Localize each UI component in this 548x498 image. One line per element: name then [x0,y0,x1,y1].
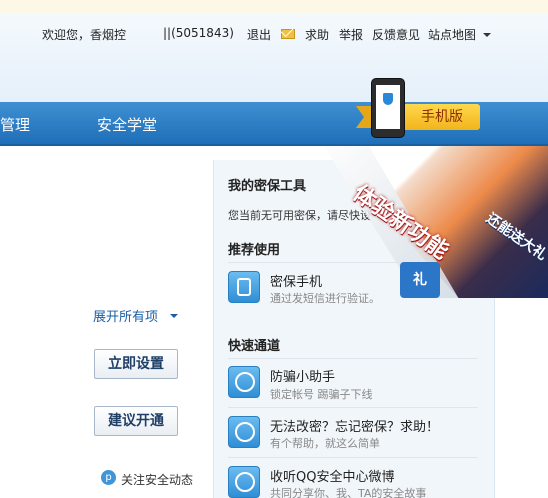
quick-item-desc: 有个帮助，就这么简单 [270,437,380,450]
mail-icon[interactable] [281,29,295,39]
logout-link[interactable]: 退出 [247,26,271,43]
setup-now-button[interactable]: 立即设置 [94,349,178,379]
quick-channel-title: 快速通道 [228,339,281,354]
quick-item-desc: 锁定帐号 踢骗子下线 [270,388,373,401]
phone-icon[interactable] [371,78,405,138]
feedback-link[interactable]: 反馈意见 [372,26,420,43]
expand-all-link[interactable]: 展开所有项 [93,306,158,325]
phone-screen [376,85,400,129]
divider [228,407,478,408]
divider [228,457,478,458]
top-bar: 欢迎您，香烟控 ||(5051843) 退出 求助 举报 反馈意见 站点地图 [0,26,548,44]
chevron-down-icon[interactable] [483,33,491,37]
nav-item-security-school[interactable]: 安全学堂 [97,114,157,135]
account-id: ||(5051843) [163,26,234,40]
welcome-text: 欢迎您，香烟控 [42,28,127,42]
lock-user-icon[interactable] [228,366,260,398]
report-link[interactable]: 举报 [339,26,363,43]
phone-icon[interactable] [228,271,260,303]
quick-item-desc: 共同分享你、我、TA的安全故事 [270,487,427,498]
weibo-icon[interactable]: p [101,470,116,485]
shield-icon [383,93,393,105]
nav-item-manage[interactable]: 管理 [0,114,30,135]
mobile-version-badge[interactable]: 手机版 [404,104,480,130]
recommended-item-title[interactable]: 密保手机 [270,271,322,290]
divider [228,358,478,359]
chevron-down-icon[interactable] [170,314,178,318]
sitemap-link[interactable]: 站点地图 [428,26,476,43]
new-feature-promo[interactable]: 体验新功能 还能送大礼 礼 [324,146,548,298]
top-notice-strip [0,0,548,14]
gift-badge: 礼 [400,262,440,298]
quick-item-title[interactable]: 防骗小助手 [270,366,335,385]
suggest-enable-button[interactable]: 建议开通 [94,406,178,436]
weibo-icon[interactable] [228,466,260,498]
quick-item-title[interactable]: 收听QQ安全中心微博 [270,466,394,485]
quick-item-title[interactable]: 无法改密？忘记密保？求助！ [270,416,439,435]
follow-security-link[interactable]: 关注安全动态 [121,471,193,488]
bulb-icon[interactable] [228,416,260,448]
help-link[interactable]: 求助 [305,26,329,43]
my-tools-title: 我的密保工具 [228,179,307,194]
recommended-title: 推荐使用 [228,243,281,258]
